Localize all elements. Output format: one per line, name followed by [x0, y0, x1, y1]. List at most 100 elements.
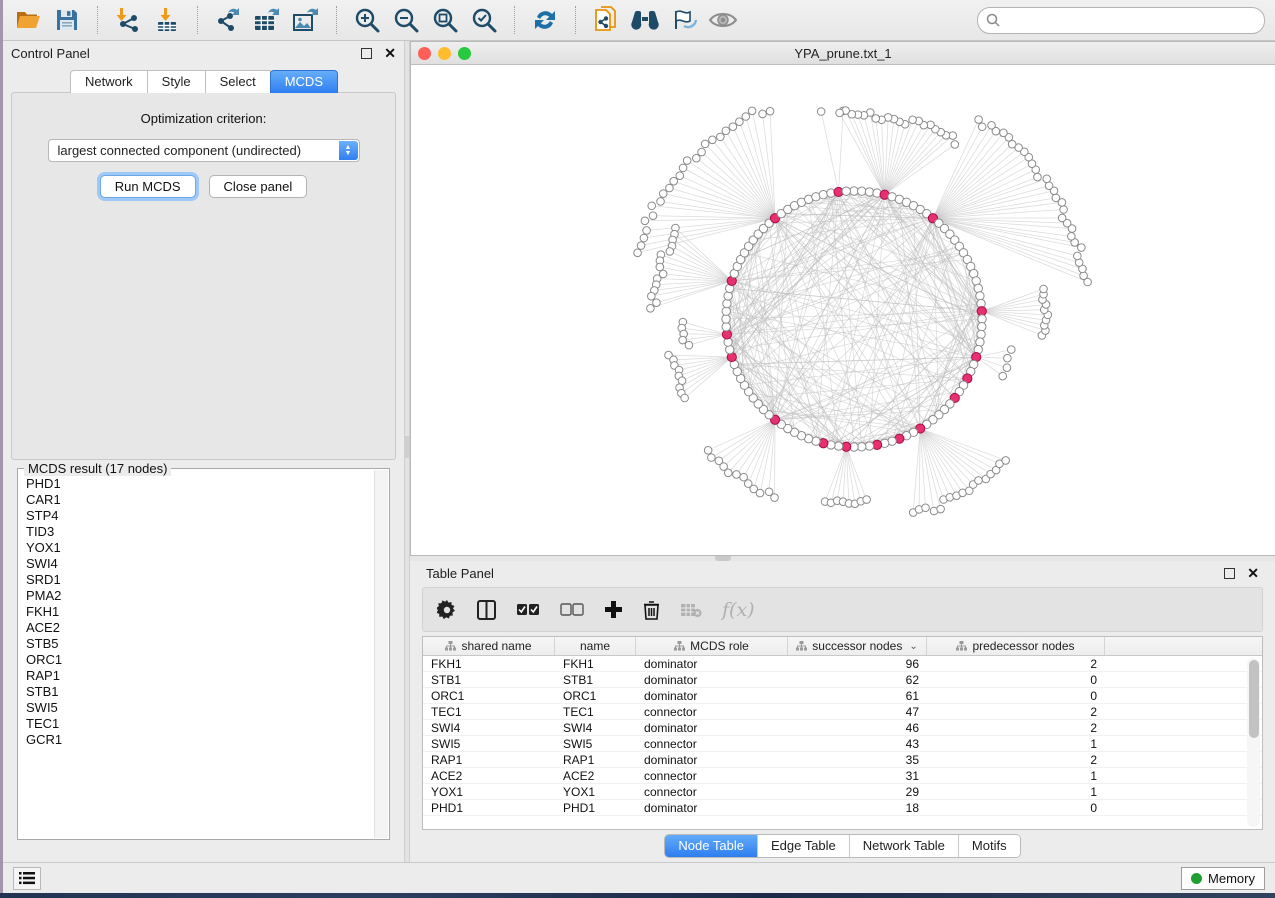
graph-leaf-node[interactable]: [643, 227, 651, 235]
graph-leaf-node[interactable]: [679, 336, 687, 344]
table-row[interactable]: SWI5SWI5connector431: [423, 736, 1262, 752]
graph-leaf-node[interactable]: [748, 107, 756, 115]
graph-node[interactable]: [723, 299, 731, 307]
graph-leaf-node[interactable]: [759, 110, 767, 118]
tab-motifs[interactable]: Motifs: [959, 835, 1020, 857]
result-node-item[interactable]: PMA2: [26, 588, 374, 604]
graph-node[interactable]: [858, 187, 866, 195]
graph-node[interactable]: [724, 292, 732, 300]
refresh-icon[interactable]: [530, 5, 560, 35]
graph-leaf-node[interactable]: [836, 109, 844, 117]
graph-leaf-node[interactable]: [1002, 457, 1010, 465]
graph-leaf-node[interactable]: [999, 372, 1007, 380]
result-node-item[interactable]: STB5: [26, 636, 374, 652]
column-chooser-icon[interactable]: [477, 600, 496, 620]
graph-node[interactable]: [858, 443, 866, 451]
function-builder-icon[interactable]: f(x): [722, 599, 755, 621]
table-row[interactable]: PHD1PHD1dominator180: [423, 800, 1262, 816]
graph-leaf-node[interactable]: [1058, 214, 1066, 222]
result-node-item[interactable]: STP4: [26, 508, 374, 524]
graph-leaf-node[interactable]: [722, 127, 730, 135]
graph-leaf-node[interactable]: [872, 115, 880, 123]
result-node-item[interactable]: CAR1: [26, 492, 374, 508]
select-all-icon[interactable]: [516, 603, 540, 617]
close-panel-button[interactable]: Close panel: [209, 175, 308, 198]
add-icon[interactable]: [604, 600, 623, 619]
deselect-all-icon[interactable]: [560, 603, 584, 617]
graph-leaf-node[interactable]: [975, 477, 983, 485]
float-panel-icon[interactable]: [361, 48, 372, 59]
zoom-in-icon[interactable]: [352, 5, 382, 35]
result-node-item[interactable]: GCR1: [26, 732, 374, 748]
graph-leaf-node[interactable]: [656, 263, 664, 271]
result-node-item[interactable]: TID3: [26, 524, 374, 540]
graph-leaf-node[interactable]: [1060, 206, 1068, 214]
tab-network-table[interactable]: Network Table: [850, 835, 959, 857]
result-node-item[interactable]: PHD1: [26, 476, 374, 492]
result-node-item[interactable]: TEC1: [26, 716, 374, 732]
graph-leaf-node[interactable]: [975, 116, 983, 124]
column-header-successor-nodes[interactable]: successor nodes⌄: [788, 637, 927, 655]
zoom-selected-icon[interactable]: [469, 5, 499, 35]
graph-leaf-node[interactable]: [678, 377, 686, 385]
graph-leaf-node[interactable]: [1068, 233, 1076, 241]
search-input[interactable]: [977, 7, 1265, 34]
delete-table-icon[interactable]: [680, 602, 702, 618]
close-panel-icon[interactable]: ✕: [384, 46, 396, 60]
graph-node[interactable]: [722, 307, 730, 315]
graph-node[interactable]: [865, 188, 873, 196]
table-row[interactable]: ORC1ORC1dominator610: [423, 688, 1262, 704]
result-node-item[interactable]: SWI4: [26, 556, 374, 572]
graph-node[interactable]: [977, 330, 985, 338]
graph-leaf-node[interactable]: [653, 299, 661, 307]
graph-leaf-node[interactable]: [766, 107, 774, 115]
graph-leaf-node[interactable]: [1052, 194, 1060, 202]
tab-mcds[interactable]: MCDS: [270, 70, 338, 93]
column-header-MCDS-role[interactable]: MCDS role: [636, 637, 788, 655]
tab-select[interactable]: Select: [205, 70, 271, 93]
graph-leaf-node[interactable]: [1003, 364, 1011, 372]
graph-leaf-node[interactable]: [729, 123, 737, 131]
graph-leaf-node[interactable]: [717, 133, 725, 141]
network-file-icon[interactable]: [591, 5, 621, 35]
graph-leaf-node[interactable]: [909, 116, 917, 124]
graph-node[interactable]: [976, 292, 984, 300]
graph-leaf-node[interactable]: [679, 164, 687, 172]
graph-node[interactable]: [726, 345, 734, 353]
graph-leaf-node[interactable]: [666, 248, 674, 256]
graph-leaf-node[interactable]: [647, 305, 655, 313]
zoom-fit-icon[interactable]: [430, 5, 460, 35]
graph-leaf-node[interactable]: [922, 504, 930, 512]
tab-network[interactable]: Network: [70, 70, 148, 93]
graph-node[interactable]: [974, 284, 982, 292]
graph-leaf-node[interactable]: [648, 202, 656, 210]
graph-leaf-node[interactable]: [937, 505, 945, 513]
export-table-icon[interactable]: [252, 5, 282, 35]
graph-leaf-node[interactable]: [637, 242, 645, 250]
float-panel-icon[interactable]: [1224, 568, 1235, 579]
export-network-icon[interactable]: [213, 5, 243, 35]
graph-leaf-node[interactable]: [698, 148, 706, 156]
save-icon[interactable]: [52, 5, 82, 35]
memory-button[interactable]: Memory: [1181, 867, 1265, 890]
table-row[interactable]: YOX1YOX1connector291: [423, 784, 1262, 800]
graph-leaf-node[interactable]: [704, 447, 712, 455]
graph-node[interactable]: [865, 442, 873, 450]
table-row[interactable]: ACE2ACE2connector311: [423, 768, 1262, 784]
graph-leaf-node[interactable]: [670, 177, 678, 185]
scrollbar-thumb[interactable]: [1249, 660, 1259, 738]
column-header-predecessor-nodes[interactable]: predecessor nodes: [927, 637, 1105, 655]
table-row[interactable]: STB1STB1dominator620: [423, 672, 1262, 688]
network-canvas[interactable]: [411, 65, 1275, 555]
graph-leaf-node[interactable]: [1007, 346, 1015, 354]
result-node-item[interactable]: STB1: [26, 684, 374, 700]
graph-leaf-node[interactable]: [634, 249, 642, 257]
task-history-button[interactable]: [13, 867, 41, 890]
graph-leaf-node[interactable]: [742, 113, 750, 121]
graph-leaf-node[interactable]: [733, 471, 741, 479]
graph-leaf-node[interactable]: [640, 234, 648, 242]
splitter-grip[interactable]: [405, 436, 409, 458]
graph-leaf-node[interactable]: [641, 217, 649, 225]
graph-leaf-node[interactable]: [988, 122, 996, 130]
column-header-name[interactable]: name: [555, 637, 636, 655]
